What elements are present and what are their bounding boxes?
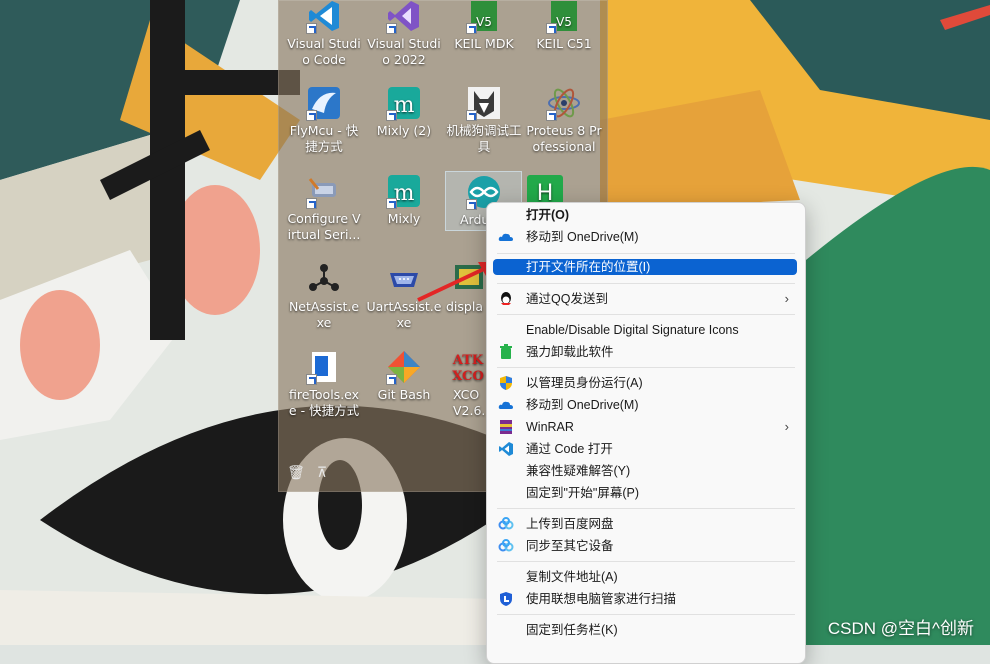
menu-item-open-file-location[interactable]: 打开文件所在的位置(I) (493, 259, 797, 275)
desktop-icon-uartassist[interactable]: UartAssist.exe (364, 258, 444, 338)
menu-item-force-uninstall[interactable]: 强力卸载此软件 (493, 342, 797, 362)
chevron-right-icon: › (784, 291, 789, 306)
trash-icon[interactable]: 🗑 (287, 465, 305, 483)
onedrive-icon (498, 233, 513, 241)
chevron-right-icon: › (784, 419, 789, 434)
menu-item-pin-to-start[interactable]: 固定到"开始"屏幕(P) (493, 483, 797, 503)
menu-item-upload-baidu[interactable]: 上传到百度网盘 (493, 514, 797, 534)
desktop-icon-netassist[interactable]: NetAssist.exe (284, 258, 364, 338)
desktop-icon-visual-studio-2022[interactable]: Visual Studio 2022 (364, 0, 444, 75)
menu-item-compat-troubleshoot[interactable]: 兼容性疑难解答(Y) (493, 461, 797, 481)
menu-item-open-with-code[interactable]: 通过 Code 打开 (493, 439, 797, 459)
menu-item-sync-devices[interactable]: 同步至其它设备 (493, 536, 797, 556)
baidu-netdisk-icon (498, 539, 514, 552)
menu-item-run-as-admin[interactable]: 以管理员身份运行(A) (493, 373, 797, 393)
menu-item-winrar[interactable]: WinRAR › (493, 417, 797, 437)
desktop-icon-keil-mdk[interactable]: V5 KEIL MDK (444, 0, 524, 75)
menu-item-open[interactable]: 打开(O) (493, 205, 797, 225)
svg-text:V5: V5 (476, 15, 492, 29)
desktop-icon-robot-dog[interactable]: 机械狗调试工具 (444, 82, 524, 162)
context-menu: 打开(O) 移动到 OneDrive(M) 打开文件所在的位置(I) 通过QQ发… (486, 202, 806, 664)
desktop-icon-flymcu[interactable]: FlyMcu - 快捷方式 (284, 82, 364, 162)
onedrive-icon (498, 401, 513, 409)
shield-icon (500, 376, 512, 390)
desktop-icon-proteus[interactable]: Proteus 8 Professional (524, 82, 604, 162)
uninstall-icon (500, 344, 512, 359)
desktop-icon-xcom[interactable]: ATK XCO XCO V2.6. (444, 346, 488, 426)
netassist-icon (309, 264, 339, 291)
watermark: CSDN @空白^创新 (827, 619, 974, 638)
menu-item-move-onedrive[interactable]: 移动到 OneDrive(M) (493, 227, 797, 247)
desktop-icon-firetools[interactable]: fireTools.exe - 快捷方式 (284, 346, 364, 426)
svg-text:V5: V5 (556, 15, 572, 29)
qq-icon (501, 292, 511, 305)
xcom-icon: ATKXCO (452, 353, 484, 384)
svg-text:XCO: XCO (452, 369, 484, 384)
uartassist-icon (390, 273, 418, 287)
desktop-icon-display[interactable]: displa (444, 258, 488, 338)
desktop-icon-mixly[interactable]: m Mixly (364, 170, 444, 250)
menu-item-pin-to-taskbar[interactable]: 固定到任务栏(K) (493, 620, 797, 640)
winrar-icon (500, 420, 512, 434)
menu-item-digital-signature[interactable]: Enable/Disable Digital Signature Icons (493, 320, 797, 340)
vscode-icon (499, 442, 513, 456)
desktop-icon-keil-c51[interactable]: V5 KEIL C51 (524, 0, 604, 75)
desktop-icon-configure-virtual-serial[interactable]: Configure Virtual Seri... (284, 170, 364, 250)
lenovo-icon (500, 592, 512, 606)
menu-item-lenovo-scan[interactable]: 使用联想电脑管家进行扫描 (493, 589, 797, 609)
menu-item-move-onedrive-2[interactable]: 移动到 OneDrive(M) (493, 395, 797, 415)
desktop-icon-mixly-2[interactable]: m Mixly (2) (364, 82, 444, 162)
menu-item-send-via-qq[interactable]: 通过QQ发送到 › (493, 289, 797, 309)
desktop-icon-visual-studio-code[interactable]: Visual Studio Code (284, 0, 364, 75)
menu-item-copy-path[interactable]: 复制文件地址(A) (493, 567, 797, 587)
pin-icon[interactable]: ⊼ (313, 465, 331, 483)
baidu-netdisk-icon (498, 517, 514, 530)
desktop-icon-git-bash[interactable]: Git Bash (364, 346, 444, 426)
display-icon (455, 265, 483, 289)
svg-text:ATK: ATK (452, 353, 484, 368)
